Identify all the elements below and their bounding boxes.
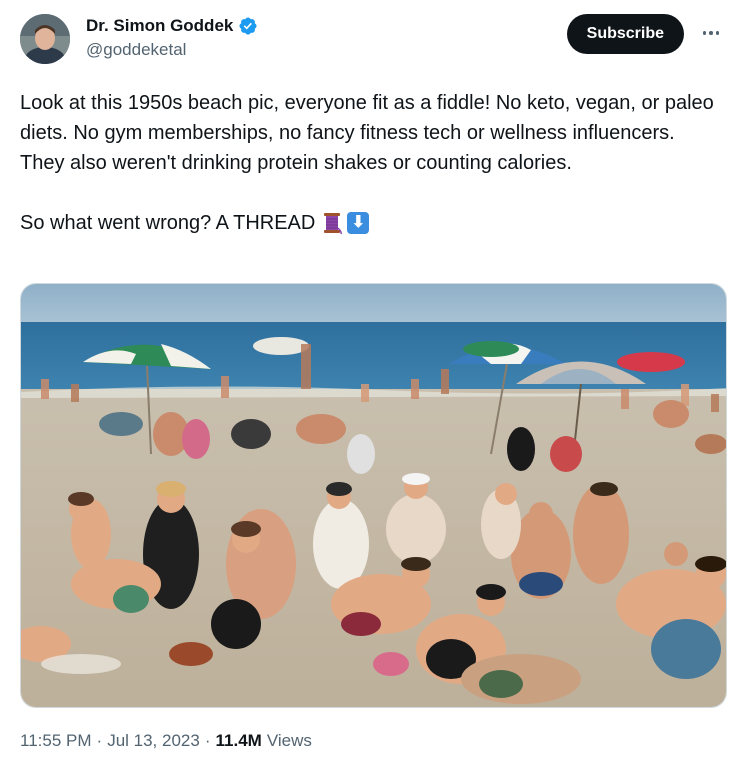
post-paragraph-1: Look at this 1950s beach pic, everyone f…	[20, 92, 714, 174]
post-time[interactable]: 11:55 PM	[20, 731, 92, 751]
post-photo[interactable]	[20, 283, 727, 708]
subscribe-button[interactable]: Subscribe	[566, 14, 684, 54]
beach-photo-illustration	[21, 284, 726, 707]
down-arrow-emoji-icon: ⬇	[347, 212, 370, 234]
post-paragraph-2: So what went wrong? A THREAD	[20, 212, 316, 234]
views-label: Views	[266, 731, 312, 750]
author-block: Dr. Simon Goddek @goddeketal	[86, 16, 258, 60]
post-meta: 11:55 PM · Jul 13, 2023 · 11.4M Views	[20, 731, 312, 751]
post-date[interactable]: Jul 13, 2023	[107, 731, 200, 751]
meta-separator: ·	[204, 731, 211, 750]
meta-separator: ·	[96, 731, 103, 750]
author-handle[interactable]: @goddeketal	[86, 40, 258, 60]
more-horizontal-icon[interactable]	[700, 22, 722, 44]
author-display-name[interactable]: Dr. Simon Goddek	[86, 16, 233, 36]
post-header: Dr. Simon Goddek @goddeketal Subscribe	[20, 12, 722, 68]
post-text: Look at this 1950s beach pic, everyone f…	[20, 88, 720, 238]
avatar[interactable]	[20, 14, 70, 64]
thread-spool-emoji-icon	[321, 211, 343, 235]
views-count[interactable]: 11.4M	[216, 731, 262, 751]
verified-badge-icon[interactable]	[238, 16, 258, 36]
